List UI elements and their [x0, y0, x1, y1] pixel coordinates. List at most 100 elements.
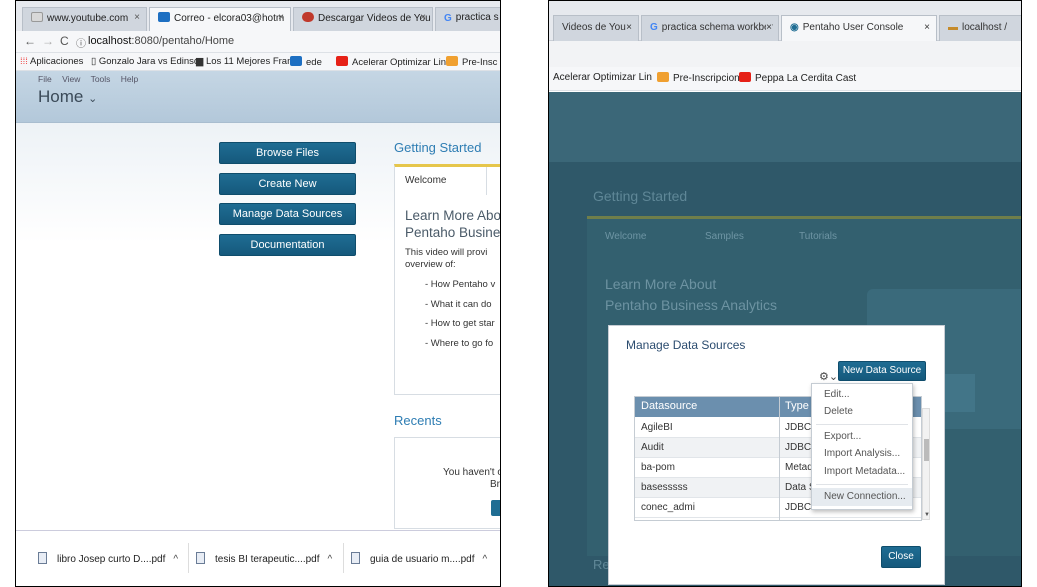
scrollbar-thumb[interactable] — [924, 439, 929, 461]
datasource-actions-menu: Edit... Delete Export... Import Analysis… — [811, 383, 913, 510]
getting-started-title: Getting Started — [394, 140, 482, 155]
close-icon[interactable]: × — [420, 12, 426, 23]
recents-card: You haven't op Brov — [394, 437, 500, 529]
bookmark-item[interactable]: ede — [290, 56, 322, 68]
perspective-label: Home — [38, 87, 84, 106]
download-filename: guia de usuario m....pdf — [370, 554, 475, 565]
new-data-source-button[interactable]: New Data Source — [838, 361, 926, 381]
chevron-up-icon[interactable]: ^ — [483, 554, 488, 565]
manage-data-sources-dialog: Manage Data Sources ⚙⌄ New Data Source D… — [608, 325, 945, 585]
download-item[interactable]: libro Josep curto D....pdf ^ — [38, 552, 178, 565]
perspective-switcher[interactable]: Home ⌄ — [38, 87, 97, 107]
list-item: - How Pentaho v — [425, 279, 496, 290]
menu-item-delete[interactable]: Delete — [824, 406, 853, 417]
download-item[interactable]: guia de usuario m....pdf ^ — [351, 552, 487, 565]
cell-type: JDBC — [785, 442, 812, 453]
youtube-icon — [31, 12, 43, 22]
close-icon[interactable]: × — [134, 12, 140, 23]
menu-help[interactable]: Help — [121, 74, 138, 84]
menu-item-new-connection[interactable]: New Connection... — [812, 488, 912, 506]
cell-datasource: AgileBI — [641, 422, 673, 433]
tab-welcome[interactable]: Welcome — [395, 167, 487, 195]
list-item: - Where to go fo — [425, 337, 494, 349]
chevron-up-icon[interactable]: ^ — [328, 554, 333, 565]
bookmark-item[interactable]: Acelerar Optimizar Lin — [553, 72, 652, 83]
download-item[interactable]: tesis BI terapeutic....pdf ^ — [196, 552, 332, 565]
recents-action-button[interactable] — [491, 500, 500, 516]
heading-line: Pentaho Busine — [405, 225, 501, 240]
menu-item-import-metadata[interactable]: Import Metadata... — [824, 466, 905, 477]
url-field[interactable]: localhost:8080/pentaho/Home — [88, 35, 234, 47]
youtube-icon — [739, 72, 751, 82]
create-new-button[interactable]: Create New — [219, 173, 356, 195]
manage-data-sources-button[interactable]: Manage Data Sources — [219, 203, 356, 225]
documentation-button[interactable]: Documentation — [219, 234, 356, 256]
column-divider — [779, 397, 780, 520]
tab-google[interactable]: Gpractica schema workber × — [641, 15, 779, 41]
tab-localhost[interactable]: ▬ localhost / — [939, 15, 1021, 41]
page-icon: ▯ — [91, 56, 97, 67]
bookmark-item[interactable]: ▯ Gonzalo Jara vs Edinsc — [91, 56, 199, 67]
list-item: - How to get star — [425, 318, 495, 329]
close-icon[interactable]: × — [626, 22, 632, 33]
menu-item-edit[interactable]: Edit... — [824, 389, 850, 400]
bookmark-item[interactable]: Acelerar Optimizar Lin — [336, 56, 446, 68]
download-filename: libro Josep curto D....pdf — [57, 554, 166, 565]
menu-file[interactable]: File — [38, 74, 52, 84]
tab-label: practica schema workber — [661, 22, 773, 33]
bookmark-label: Pre-Insc — [462, 57, 498, 68]
welcome-heading: Learn More About Pentaho Business Analyt… — [605, 274, 777, 316]
close-button[interactable]: Close — [881, 546, 921, 568]
tab-youtube[interactable]: www.youtube.com × — [22, 7, 147, 31]
chevron-up-icon[interactable]: ^ — [173, 554, 178, 565]
bookmark-item[interactable]: Pre-Insc — [446, 56, 497, 68]
tab-strip: Videos de You × Gpractica schema workber ×… — [549, 1, 1021, 41]
tab-videos[interactable]: Videos de You × — [553, 15, 639, 41]
browse-files-button[interactable]: Browse Files — [219, 142, 356, 164]
bookmark-label: Peppa La Cerdita Cast — [755, 73, 857, 84]
back-arrow-icon[interactable]: ← — [24, 34, 36, 48]
menu-tools[interactable]: Tools — [91, 74, 111, 84]
menu-item-import-analysis[interactable]: Import Analysis... — [824, 448, 900, 459]
bookmark-item[interactable]: Peppa La Cerdita Cast — [739, 72, 856, 84]
menu-divider — [816, 424, 908, 425]
recents-empty-message-2: Brov — [490, 479, 500, 490]
menu-item-export[interactable]: Export... — [824, 431, 861, 442]
cell-type: JDBC — [785, 502, 812, 513]
close-icon[interactable]: × — [766, 22, 772, 33]
menu-view[interactable]: View — [62, 74, 80, 84]
tab-download-videos[interactable]: Descargar Videos de You × — [293, 7, 433, 31]
bookmarks-bar: Acelerar Optimizar Lin Pre-Inscripcion P… — [549, 67, 1021, 91]
reload-icon[interactable]: C — [60, 34, 69, 48]
pdf-file-icon — [38, 552, 47, 564]
forward-arrow-icon[interactable]: → — [42, 34, 54, 48]
tab-label: Pentaho User Console — [802, 22, 904, 33]
bookmark-item[interactable]: ▆ Los 11 Mejores Frame — [196, 56, 300, 67]
bookmark-label: Acelerar Optimizar Lin — [553, 72, 652, 83]
bookmark-label: Acelerar Optimizar Lin — [352, 57, 446, 68]
gear-icon[interactable]: ⚙⌄ — [819, 370, 838, 383]
scroll-down-arrow-icon[interactable]: ▼ — [924, 512, 930, 518]
close-icon[interactable]: × — [924, 22, 930, 33]
film-icon: ▆ — [196, 56, 204, 67]
tab-label: Videos de You — [562, 22, 626, 33]
column-header-datasource[interactable]: Datasource — [641, 400, 697, 412]
bookmark-apps[interactable]: ⁞⁞⁞ Aplicaciones — [20, 56, 83, 67]
close-icon[interactable]: × — [278, 12, 284, 23]
url-path: :8080/pentaho/Home — [131, 35, 235, 47]
tab-label: practica s — [455, 12, 499, 23]
bookmark-item[interactable]: Pre-Inscripcion — [657, 72, 740, 84]
column-header-type[interactable]: Type — [785, 400, 809, 412]
tab-google[interactable]: Gpractica s — [435, 7, 500, 31]
getting-started-card: Welcome Learn More Abo Pentaho Busine Th… — [394, 164, 501, 395]
heading-line: Learn More Abo — [405, 208, 501, 223]
tab-label: www.youtube.com — [47, 13, 129, 24]
tab-outlook[interactable]: Correo - elcora03@hotm × — [149, 7, 291, 31]
welcome-bullet-list: - How Pentaho v - What it can do - How t… — [425, 275, 495, 353]
table-scrollbar[interactable]: ▼ — [922, 408, 930, 520]
tab-pentaho-user-console[interactable]: ◉ Pentaho User Console × — [781, 15, 937, 41]
intro-line: overview of: — [405, 259, 456, 270]
pentaho-icon: ◉ — [790, 22, 799, 33]
left-screenshot-panel: www.youtube.com × Correo - elcora03@hotm ×… — [15, 0, 501, 587]
info-icon[interactable]: ⓘ — [76, 35, 86, 50]
